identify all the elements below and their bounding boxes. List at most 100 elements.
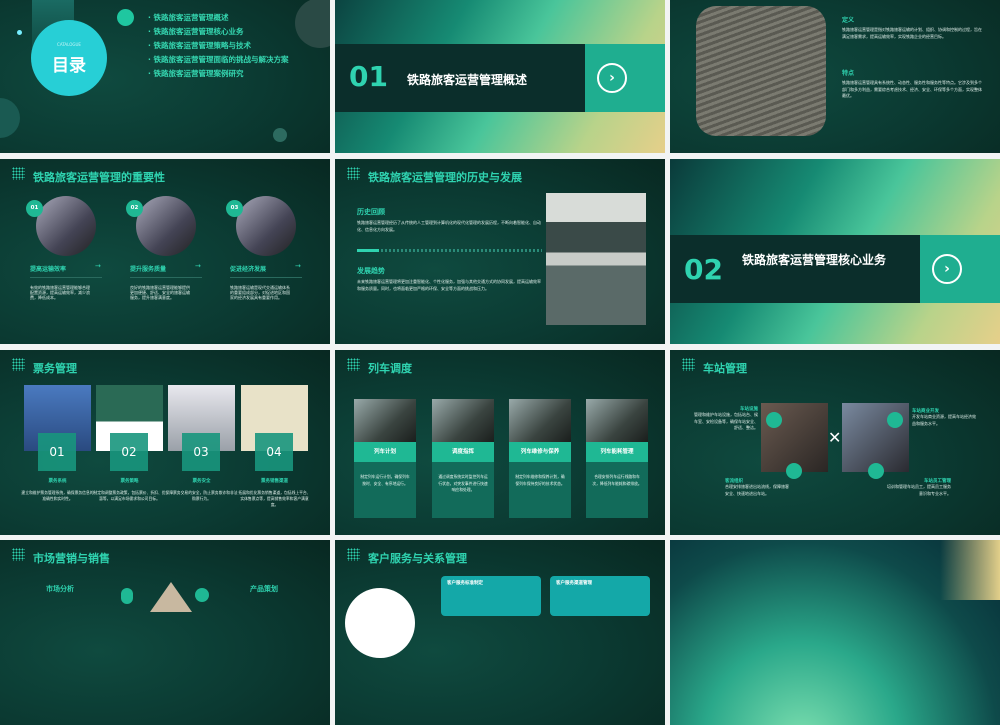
slide-title: 票务管理 [33,362,77,375]
catalogue-item[interactable]: · 铁路旅客运营管理核心业务 [148,25,288,39]
slide-thumbnail-6[interactable]: 02 铁路旅客运营管理核心业务 › [670,159,1000,344]
arrow-right-icon[interactable]: → [195,262,201,270]
catalogue-item[interactable]: · 铁路旅客运营管理案例研究 [148,67,288,81]
decor-circle [295,0,330,48]
slide-thumbnail-7[interactable]: 票务管理 01 票务系统建立和维护票务管理系统，确保票务信息的准确性和实时性。 02… [0,350,330,535]
service-circle [345,588,415,658]
divider [230,277,302,278]
product-planning-label: 产品策划 [250,585,278,593]
card-heading: 票务策略 [120,479,139,484]
card-text: 制定列车维修和保养计划，确保列车保持良好的技术状态。 [509,462,571,518]
slide-title: 客户服务与关系管理 [368,552,467,565]
history-text: 铁路旅客运营管理经历了从传统的人工管理到计算机化的现代化管理的发展历程，不断向着… [357,220,541,232]
features-text: 铁路旅客运营管理具有系统性、动态性、服务性和服务性等特点。它涉及到多个部门和多方… [842,80,982,98]
slide-thumbnail-9[interactable]: 车站管理 ✕ 车站设施 管理和维护车站设施，包括站台、候车室、安检设备等，确保车… [670,350,1000,535]
slide-thumbnail-8[interactable]: 列车调度 列车计划 制定列车运行计划，确保列车按时、安全、有序地运行。 调度指挥 通过… [335,350,665,535]
card-photo [354,399,416,442]
arrow-right-icon[interactable]: → [295,262,301,270]
history-heading: 历史回顾 [357,208,385,216]
card-photo [586,399,648,442]
features-heading: 特点 [842,70,855,77]
section-number: 01 [349,60,388,93]
card-heading: 票务销售渠道 [261,479,288,484]
card-text: 良好的铁路旅客运营管理能够提供更加便捷、舒适、安全的旅客运输服务，提升旅客满意度… [130,285,190,300]
decor-circle [0,98,20,138]
card-text: 保障票务交易的安全，防止票务欺诈和非法购票行为。 [165,490,238,501]
catalogue-item[interactable]: · 铁路旅客运营管理概述 [148,11,288,25]
card-text: 建立和维护票务管理系统，确保票务信息的准确性和实时性。 [21,490,94,501]
card-heading: 提高运输效率 [30,266,67,273]
decor-dot [273,128,287,142]
slide-thumbnail-11[interactable]: 客户服务与关系管理 客户服务标准制定 客户服务渠道管理 [335,540,665,725]
dots-icon [347,548,360,561]
chevron-right-icon[interactable]: › [597,63,627,93]
card-photo [136,196,196,256]
divider [30,277,102,278]
card-heading: 票务系统 [48,479,67,484]
section-band: 02 铁路旅客运营管理核心业务 [670,235,920,303]
chevron-right-icon[interactable]: › [932,254,962,284]
divider [357,249,542,252]
card-text: 制定和调整票务政策，包括票价、折扣、优惠等，以满足市场需求和公司目标。 [93,490,166,501]
slide-thumbnail-12[interactable] [670,540,1000,725]
clock-icon [786,463,802,479]
card-number: 04 [255,433,293,471]
arrow-right-icon[interactable]: → [95,262,101,270]
market-analysis-label: 市场分析 [46,585,74,593]
divider [130,277,202,278]
dots-icon [12,167,25,180]
catalogue-item[interactable]: · 铁路旅客运营管理面临的挑战与解决方案 [148,53,288,67]
card-heading: 列车计划 [354,442,416,462]
card-photo [432,399,494,442]
card-number: 02 [110,433,148,471]
station-item-text: 管理和维护车站设施，包括站台、候车室、安检设备等，确保车站安全、舒适、整洁。 [694,412,758,430]
slide-thumbnail-4[interactable]: 铁路旅客运营管理的重要性 01 提高运输效率 → 有效的铁路旅客运营管理能够合理配置资… [0,159,330,344]
card-number: 01 [38,433,76,471]
slide-thumbnail-1[interactable]: CATALOGUE 目录 · 铁路旅客运营管理概述 · 铁路旅客运营管理核心业务… [0,0,330,153]
dots-icon [12,548,25,561]
facility-icon [766,412,782,428]
control-room-photo [546,193,646,325]
service-box: 客户服务标准制定 [441,576,541,616]
slide-thumbnail-3[interactable]: 定义 铁路旅客运营管理是指对铁路旅客运输的计划、组织、协调和控制的过程，旨在满足… [670,0,1000,153]
card-number: 03 [226,200,243,217]
card-text: 制定列车运行计划，确保列车按时、安全、有序地运行。 [354,462,416,518]
pyramid-image [150,582,192,612]
card-heading: 调度指挥 [432,442,494,462]
card-text: 拓展和优化票务销售渠道，包括线上平台、实体售票点等，提高销售效率和客户满意度。 [238,490,311,507]
slide-title: 列车调度 [368,362,412,375]
card-heading: 列车维修与保养 [509,442,571,462]
station-item-text: 开发车站商业资源，提高车站经济效益和服务水平。 [912,414,976,426]
catalogue-item[interactable]: · 铁路旅客运营管理策略与技术 [148,39,288,53]
section-band: 01 铁路旅客运营管理概述 [335,44,585,112]
dots-icon [682,358,695,371]
card-heading: 票务安全 [192,479,211,484]
catalogue-title: 目录 [52,56,86,76]
slide-thumbnail-5[interactable]: 铁路旅客运营管理的历史与发展 历史回顾 铁路旅客运营管理经历了从传统的人工管理到… [335,159,665,344]
card-photo [509,399,571,442]
slide-title: 铁路旅客运营管理的重要性 [33,171,165,184]
slide-title: 铁路旅客运营管理的历史与发展 [368,171,522,184]
card-heading: 促进经济发展 [230,266,267,273]
card-number: 02 [126,200,143,217]
dots-icon [347,358,360,371]
card-number: 01 [26,200,43,217]
card-heading: 列车能耗管理 [586,442,648,462]
card-number: 03 [182,433,220,471]
dots-icon [347,167,360,180]
cross-icon: ✕ [828,428,842,447]
decor-dot [117,9,134,26]
catalogue-circle: CATALOGUE 目录 [31,20,107,96]
slide-thumbnail-10[interactable]: 市场营销与销售 市场分析 产品策划 [0,540,330,725]
card-text: 铁路旅客运输是现代交通运输体系的重要组成部分，对促进地区和国家的经济发展具有重要… [230,285,290,300]
section-band-accent: › [920,235,1000,303]
dots-icon [12,358,25,371]
decor-glow [940,540,1000,600]
card-photo [36,196,96,256]
slide-thumbnail-2[interactable]: 01 铁路旅客运营管理概述 › [335,0,665,153]
definition-heading: 定义 [842,17,855,24]
slide-title: 车站管理 [703,362,747,375]
chart-icon [868,463,884,479]
slide-title: 市场营销与销售 [33,552,110,565]
station-item-text: 合理安排旅客进出站流线，保障旅客安全、快速地进出车站。 [725,484,789,496]
